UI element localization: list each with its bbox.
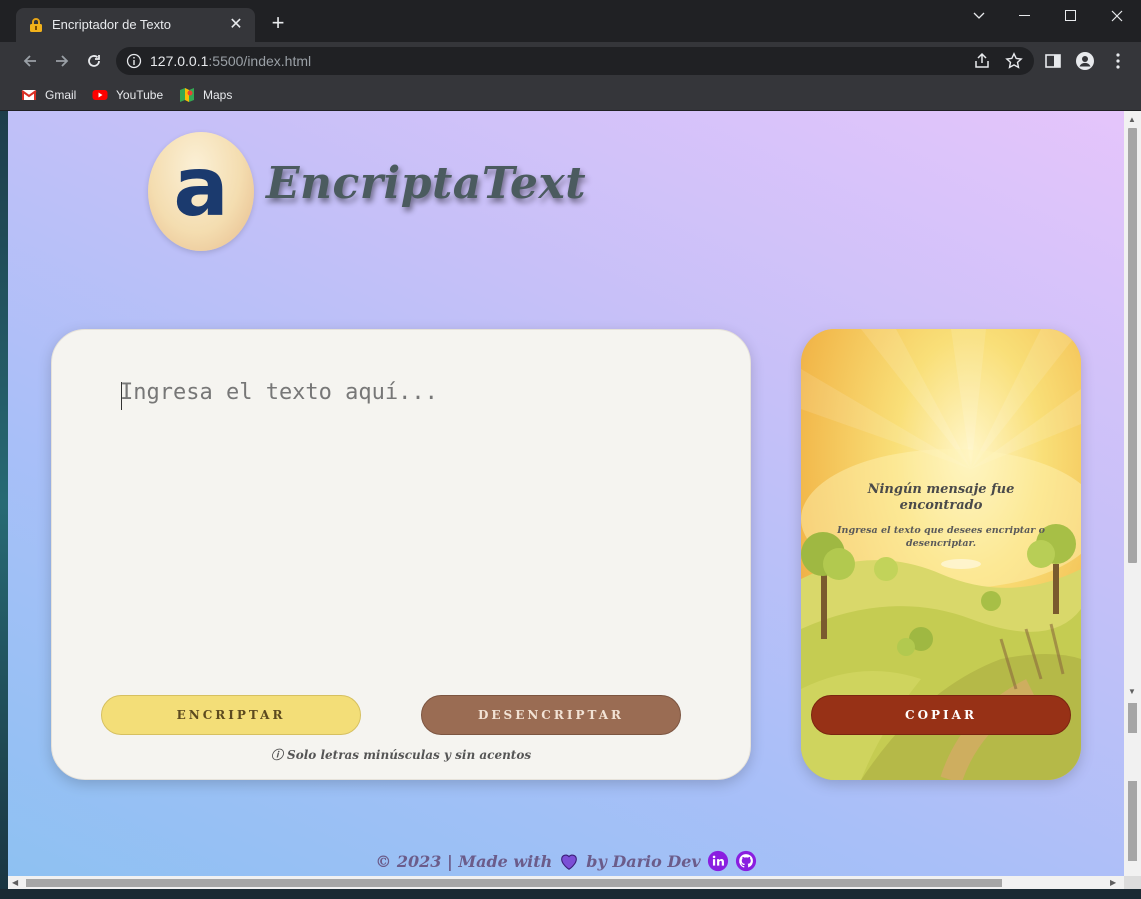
bookmark-star-icon[interactable] — [1005, 52, 1023, 70]
taskbar-edge — [0, 889, 1141, 899]
side-panel-icon[interactable] — [1043, 51, 1063, 71]
copy-button[interactable]: COPIAR — [811, 695, 1071, 735]
page-viewport: a EncriptaText ENCRIPTAR DESENCRIPTAR ⓘ … — [8, 111, 1124, 876]
encrypt-button[interactable]: ENCRIPTAR — [101, 695, 361, 735]
bookmark-label: Maps — [203, 88, 233, 102]
minimize-button[interactable] — [1002, 0, 1048, 32]
reload-icon[interactable] — [83, 50, 105, 72]
scroll-right-icon[interactable]: ▶ — [1110, 878, 1116, 888]
horizontal-scrollbar[interactable]: ◀ ▶ — [8, 876, 1124, 889]
outer-scrollbar-thumb[interactable] — [1128, 703, 1137, 733]
github-icon[interactable] — [735, 850, 757, 872]
bookmark-gmail[interactable]: Gmail — [21, 85, 76, 105]
vertical-scrollbar[interactable]: ▲ ▼ — [1124, 111, 1141, 876]
footer-text-left: © 2023 | Made with — [375, 851, 553, 871]
browser-toolbar: 127.0.0.1:5500/index.html — [0, 42, 1141, 80]
bookmarks-bar: Gmail YouTube Maps — [0, 80, 1141, 110]
bookmark-label: Gmail — [45, 88, 77, 102]
title-bar: Encriptador de Texto ✕ + — [0, 0, 1141, 42]
browser-window: Encriptador de Texto ✕ + 127.0.0.1:5500/… — [0, 0, 1141, 899]
output-subtitle: Ingresa el texto que desees encriptar o … — [837, 525, 1045, 549]
scroll-down-icon[interactable]: ▼ — [1128, 687, 1136, 697]
bookmark-youtube[interactable]: YouTube — [92, 85, 163, 105]
url-text: 127.0.0.1:5500/index.html — [150, 53, 312, 69]
close-tab-icon[interactable]: ✕ — [227, 16, 245, 34]
footer: © 2023 | Made with by Dario Dev — [8, 846, 1124, 876]
share-icon[interactable] — [973, 52, 991, 70]
gmail-icon — [21, 90, 37, 100]
site-info-icon[interactable] — [126, 53, 142, 69]
bookmark-maps[interactable]: Maps — [179, 85, 232, 105]
browser-tab[interactable]: Encriptador de Texto ✕ — [16, 8, 255, 42]
menu-kebab-icon[interactable] — [1108, 51, 1128, 71]
logo[interactable]: a — [148, 132, 254, 251]
tab-search-icon[interactable] — [956, 0, 1002, 32]
output-title: Ningún mensaje fue encontrado — [867, 482, 1015, 513]
scrollbar-corner — [1124, 876, 1141, 889]
brand-title: EncriptaText — [266, 158, 587, 209]
logo-letter: a — [173, 140, 229, 235]
horizontal-scrollbar-thumb[interactable] — [26, 879, 1002, 887]
lock-favicon-icon — [30, 18, 42, 32]
linkedin-icon[interactable] — [707, 850, 729, 872]
text-caret — [121, 382, 122, 410]
profile-icon[interactable] — [1075, 51, 1095, 71]
maps-icon — [180, 88, 194, 102]
back-arrow-icon[interactable] — [19, 50, 41, 72]
youtube-icon — [92, 90, 108, 100]
desktop-edge — [0, 111, 8, 899]
input-card: ENCRIPTAR DESENCRIPTAR ⓘ Solo letras min… — [51, 329, 751, 780]
new-tab-button[interactable]: + — [268, 12, 288, 34]
bookmark-label: YouTube — [116, 88, 164, 102]
outer-scrollbar-track[interactable] — [1128, 781, 1137, 861]
forward-arrow-icon[interactable] — [51, 50, 73, 72]
heart-icon — [561, 854, 578, 870]
text-input[interactable] — [120, 380, 700, 680]
address-bar[interactable]: 127.0.0.1:5500/index.html — [116, 47, 1034, 75]
output-card: Ningún mensaje fue encontrado Ingresa el… — [801, 329, 1081, 780]
scroll-left-icon[interactable]: ◀ — [12, 878, 18, 888]
footer-text-right: by Dario Dev — [586, 851, 701, 871]
tab-title: Encriptador de Texto — [52, 17, 171, 32]
scrollbar-thumb[interactable] — [1128, 128, 1137, 563]
maximize-button[interactable] — [1048, 0, 1094, 32]
input-hint: ⓘ Solo letras minúsculas y sin acentos — [270, 748, 532, 762]
close-window-button[interactable] — [1094, 0, 1140, 32]
decrypt-button[interactable]: DESENCRIPTAR — [421, 695, 681, 735]
scroll-up-icon[interactable]: ▲ — [1128, 115, 1136, 125]
